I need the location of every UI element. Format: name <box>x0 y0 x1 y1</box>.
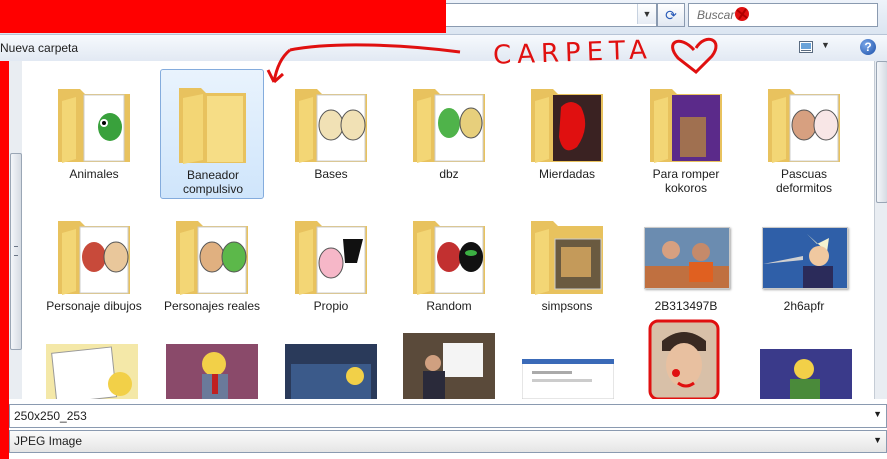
image-thumbnail[interactable] <box>46 344 138 399</box>
view-mode-icon[interactable] <box>799 41 813 53</box>
refresh-icon: ⟳ <box>665 7 677 23</box>
folder-label: dbz <box>439 167 459 181</box>
folder-icon <box>295 221 367 295</box>
folder-icon <box>179 88 246 164</box>
image-thumbnail[interactable] <box>166 344 258 399</box>
left-scrollbar-thumb[interactable] <box>10 153 22 350</box>
view-dropdown-button[interactable]: ▼ <box>821 40 830 50</box>
image-thumbnail[interactable] <box>648 319 720 399</box>
filetype-value: JPEG Image <box>14 434 83 448</box>
folder-label: Personaje dibujos <box>46 299 142 313</box>
folder-icon <box>413 221 485 295</box>
new-folder-button[interactable]: Nueva carpeta <box>0 41 78 55</box>
folder-item[interactable]: simpsons <box>515 201 619 331</box>
folder-label: Personajes reales <box>163 299 261 313</box>
folder-label: Bases <box>314 167 348 181</box>
left-scrollbar[interactable] <box>9 61 23 399</box>
filetype-dropdown-icon[interactable]: ▼ <box>873 435 882 445</box>
folder-icon <box>176 221 248 295</box>
image-thumbnail[interactable] <box>403 333 495 399</box>
folder-icon <box>768 89 840 163</box>
command-toolbar: Nueva carpeta ▼ ? <box>0 35 887 62</box>
folder-icon <box>295 89 367 163</box>
folder-item[interactable]: Bases <box>279 69 383 199</box>
folder-item[interactable]: Pascuas deformitos <box>752 69 856 199</box>
image-thumbnail <box>644 227 730 289</box>
annotation-text: CARPETA <box>492 35 654 71</box>
refresh-button[interactable]: ⟳ <box>657 3 685 27</box>
redacted-sidebar <box>0 61 9 459</box>
folder-item-selected[interactable]: Baneador compulsivo <box>160 69 264 199</box>
image-item[interactable]: 2h6apfr <box>752 201 856 331</box>
folder-icon <box>58 89 130 163</box>
right-scrollbar[interactable] <box>874 61 887 399</box>
folder-label: Animales <box>69 167 119 181</box>
folder-label: Pascuas deformitos <box>775 167 833 195</box>
folder-icon <box>58 221 130 295</box>
image-thumbnail <box>762 227 848 289</box>
image-label: 2h6apfr <box>783 299 825 313</box>
address-dropdown-button[interactable]: ▼ <box>637 4 656 24</box>
image-label: 2B313497B <box>654 299 718 313</box>
search-input[interactable]: Buscar <box>688 3 878 27</box>
folder-label: Propio <box>313 299 349 313</box>
folder-label: Mierdadas <box>538 167 596 181</box>
folder-icon <box>531 221 603 295</box>
image-thumbnail[interactable] <box>760 349 852 399</box>
help-icon[interactable]: ? <box>860 39 876 55</box>
folder-item[interactable]: Random <box>397 201 501 331</box>
redacted-region <box>0 0 446 33</box>
folder-icon <box>413 89 485 163</box>
folder-item[interactable]: Animales <box>42 69 146 199</box>
address-field[interactable] <box>446 3 657 27</box>
address-bar-area: ▼ ⟳ Buscar <box>0 0 887 35</box>
folder-icon <box>650 89 722 163</box>
folder-item[interactable]: Personajes reales <box>160 201 264 331</box>
folder-item[interactable]: Mierdadas <box>515 69 619 199</box>
filename-value: 250x250_253 <box>14 409 87 423</box>
image-item[interactable]: 2B313497B <box>634 201 738 331</box>
folder-item[interactable]: dbz <box>397 69 501 199</box>
folder-label: Para romper kokoros <box>652 167 720 195</box>
folder-icon <box>531 89 603 163</box>
search-placeholder: Buscar <box>697 8 735 22</box>
scroll-grip-icon <box>14 246 18 256</box>
folder-label: simpsons <box>541 299 593 313</box>
filename-dropdown-icon[interactable]: ▼ <box>873 409 882 419</box>
right-scrollbar-thumb[interactable] <box>876 61 887 203</box>
folder-label: Random <box>426 299 472 313</box>
search-icon[interactable] <box>734 6 750 22</box>
filename-field[interactable]: 250x250_253 ▼ <box>9 404 887 428</box>
folder-item[interactable]: Para romper kokoros <box>634 69 738 199</box>
file-view: Animales Baneador compulsivo Bases dbz M… <box>22 61 874 399</box>
image-thumbnail[interactable] <box>522 359 614 399</box>
folder-item[interactable]: Propio <box>279 201 383 331</box>
filetype-select[interactable]: JPEG Image ▼ <box>9 430 887 453</box>
folder-item[interactable]: Personaje dibujos <box>42 201 146 331</box>
image-thumbnail[interactable] <box>285 344 377 399</box>
folder-label: Baneador compulsivo <box>182 168 244 196</box>
